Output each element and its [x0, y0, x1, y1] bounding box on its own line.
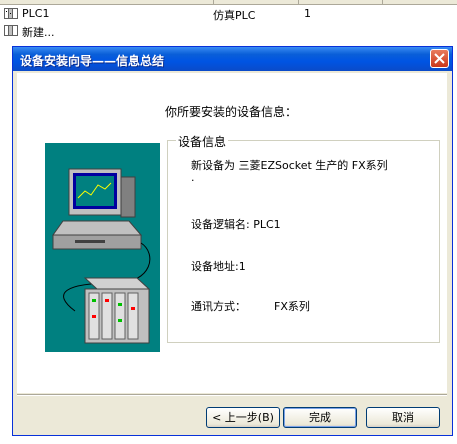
close-button[interactable]	[430, 49, 449, 68]
row-new-label: 新建...	[22, 26, 55, 39]
computer-plc-illustration	[52, 168, 151, 344]
back-button[interactable]: < 上一步(B)	[206, 407, 280, 428]
list-row-new[interactable]: 新建...	[0, 22, 457, 39]
logical-name: 设备逻辑名: PLC1	[191, 218, 281, 231]
install-wizard-dialog: 设备安装向导——信息总结 你所要安装的设备信息： 设备信息 新设备为 三菱EZS…	[12, 46, 453, 436]
new-device-icon	[4, 25, 18, 36]
row-address: 1	[304, 7, 311, 20]
plc-device-icon	[4, 8, 18, 19]
dialog-title: 设备安装向导——信息总结	[20, 54, 165, 68]
comm-method-value: FX系列	[274, 300, 310, 313]
new-device-desc: 新设备为 三菱EZSocket 生产的 FX系列	[191, 159, 388, 172]
wizard-illustration	[45, 143, 160, 352]
comm-method-label: 通讯方式：	[191, 300, 246, 313]
row-driver: 仿真PLC	[213, 9, 256, 22]
list-row-plc1[interactable]: PLC1 仿真PLC 1	[0, 5, 457, 22]
close-icon	[434, 53, 445, 64]
device-list: PLC1 仿真PLC 1 新建...	[0, 0, 457, 44]
wizard-heading: 你所要安装的设备信息：	[165, 105, 298, 119]
new-device-desc-cont: .	[191, 171, 195, 184]
finish-button[interactable]: 完成	[283, 407, 357, 428]
wizard-content: 你所要安装的设备信息： 设备信息 新设备为 三菱EZSocket 生产的 FX系…	[17, 73, 447, 393]
row-device-name: PLC1	[22, 7, 50, 20]
device-address: 设备地址:1	[191, 260, 246, 273]
dialog-titlebar[interactable]: 设备安装向导——信息总结	[13, 47, 452, 71]
cancel-button[interactable]: 取消	[366, 407, 440, 428]
group-title: 设备信息	[176, 133, 229, 150]
device-info-group: 设备信息 新设备为 三菱EZSocket 生产的 FX系列 . 设备逻辑名: P…	[167, 133, 440, 343]
